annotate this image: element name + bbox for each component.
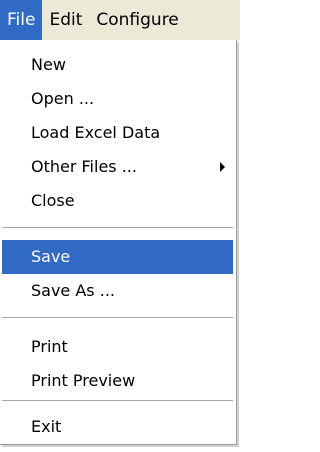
menu-item-label: Exit — [31, 417, 62, 436]
menu-item-label: New — [31, 55, 66, 74]
menu-item-label: Load Excel Data — [31, 123, 161, 142]
menu-item-label: Save As ... — [31, 281, 115, 300]
menu-item-print[interactable]: Print — [2, 330, 233, 364]
menu-item-save[interactable]: Save — [2, 240, 233, 274]
menu-item-close[interactable]: Close — [2, 184, 233, 218]
menu-item-load-excel-data[interactable]: Load Excel Data — [2, 116, 233, 150]
menu-item-exit[interactable]: Exit — [2, 410, 233, 444]
menu-item-label: Other Files ... — [31, 157, 137, 176]
menu-file[interactable]: File — [0, 0, 43, 40]
submenu-arrow-icon — [220, 162, 225, 172]
menu-separator — [2, 400, 233, 404]
menu-configure[interactable]: Configure — [89, 0, 185, 40]
menu-item-label: Print — [31, 337, 68, 356]
menu-item-new[interactable]: New — [2, 48, 233, 82]
menu-item-print-preview[interactable]: Print Preview — [2, 364, 233, 398]
file-dropdown-menu: New Open ... Load Excel Data Other Files… — [0, 40, 237, 445]
menu-item-label: Open ... — [31, 89, 95, 108]
menu-separator — [2, 317, 233, 321]
menu-edit[interactable]: Edit — [42, 0, 89, 40]
menu-item-save-as[interactable]: Save As ... — [2, 274, 233, 308]
menu-item-label: Close — [31, 191, 75, 210]
menu-separator — [2, 227, 233, 231]
menu-item-label: Save — [31, 247, 71, 266]
menu-item-other-files[interactable]: Other Files ... — [2, 150, 233, 184]
menu-item-label: Print Preview — [31, 371, 136, 390]
menu-item-open[interactable]: Open ... — [2, 82, 233, 116]
menu-bar: File Edit Configure — [0, 0, 240, 40]
